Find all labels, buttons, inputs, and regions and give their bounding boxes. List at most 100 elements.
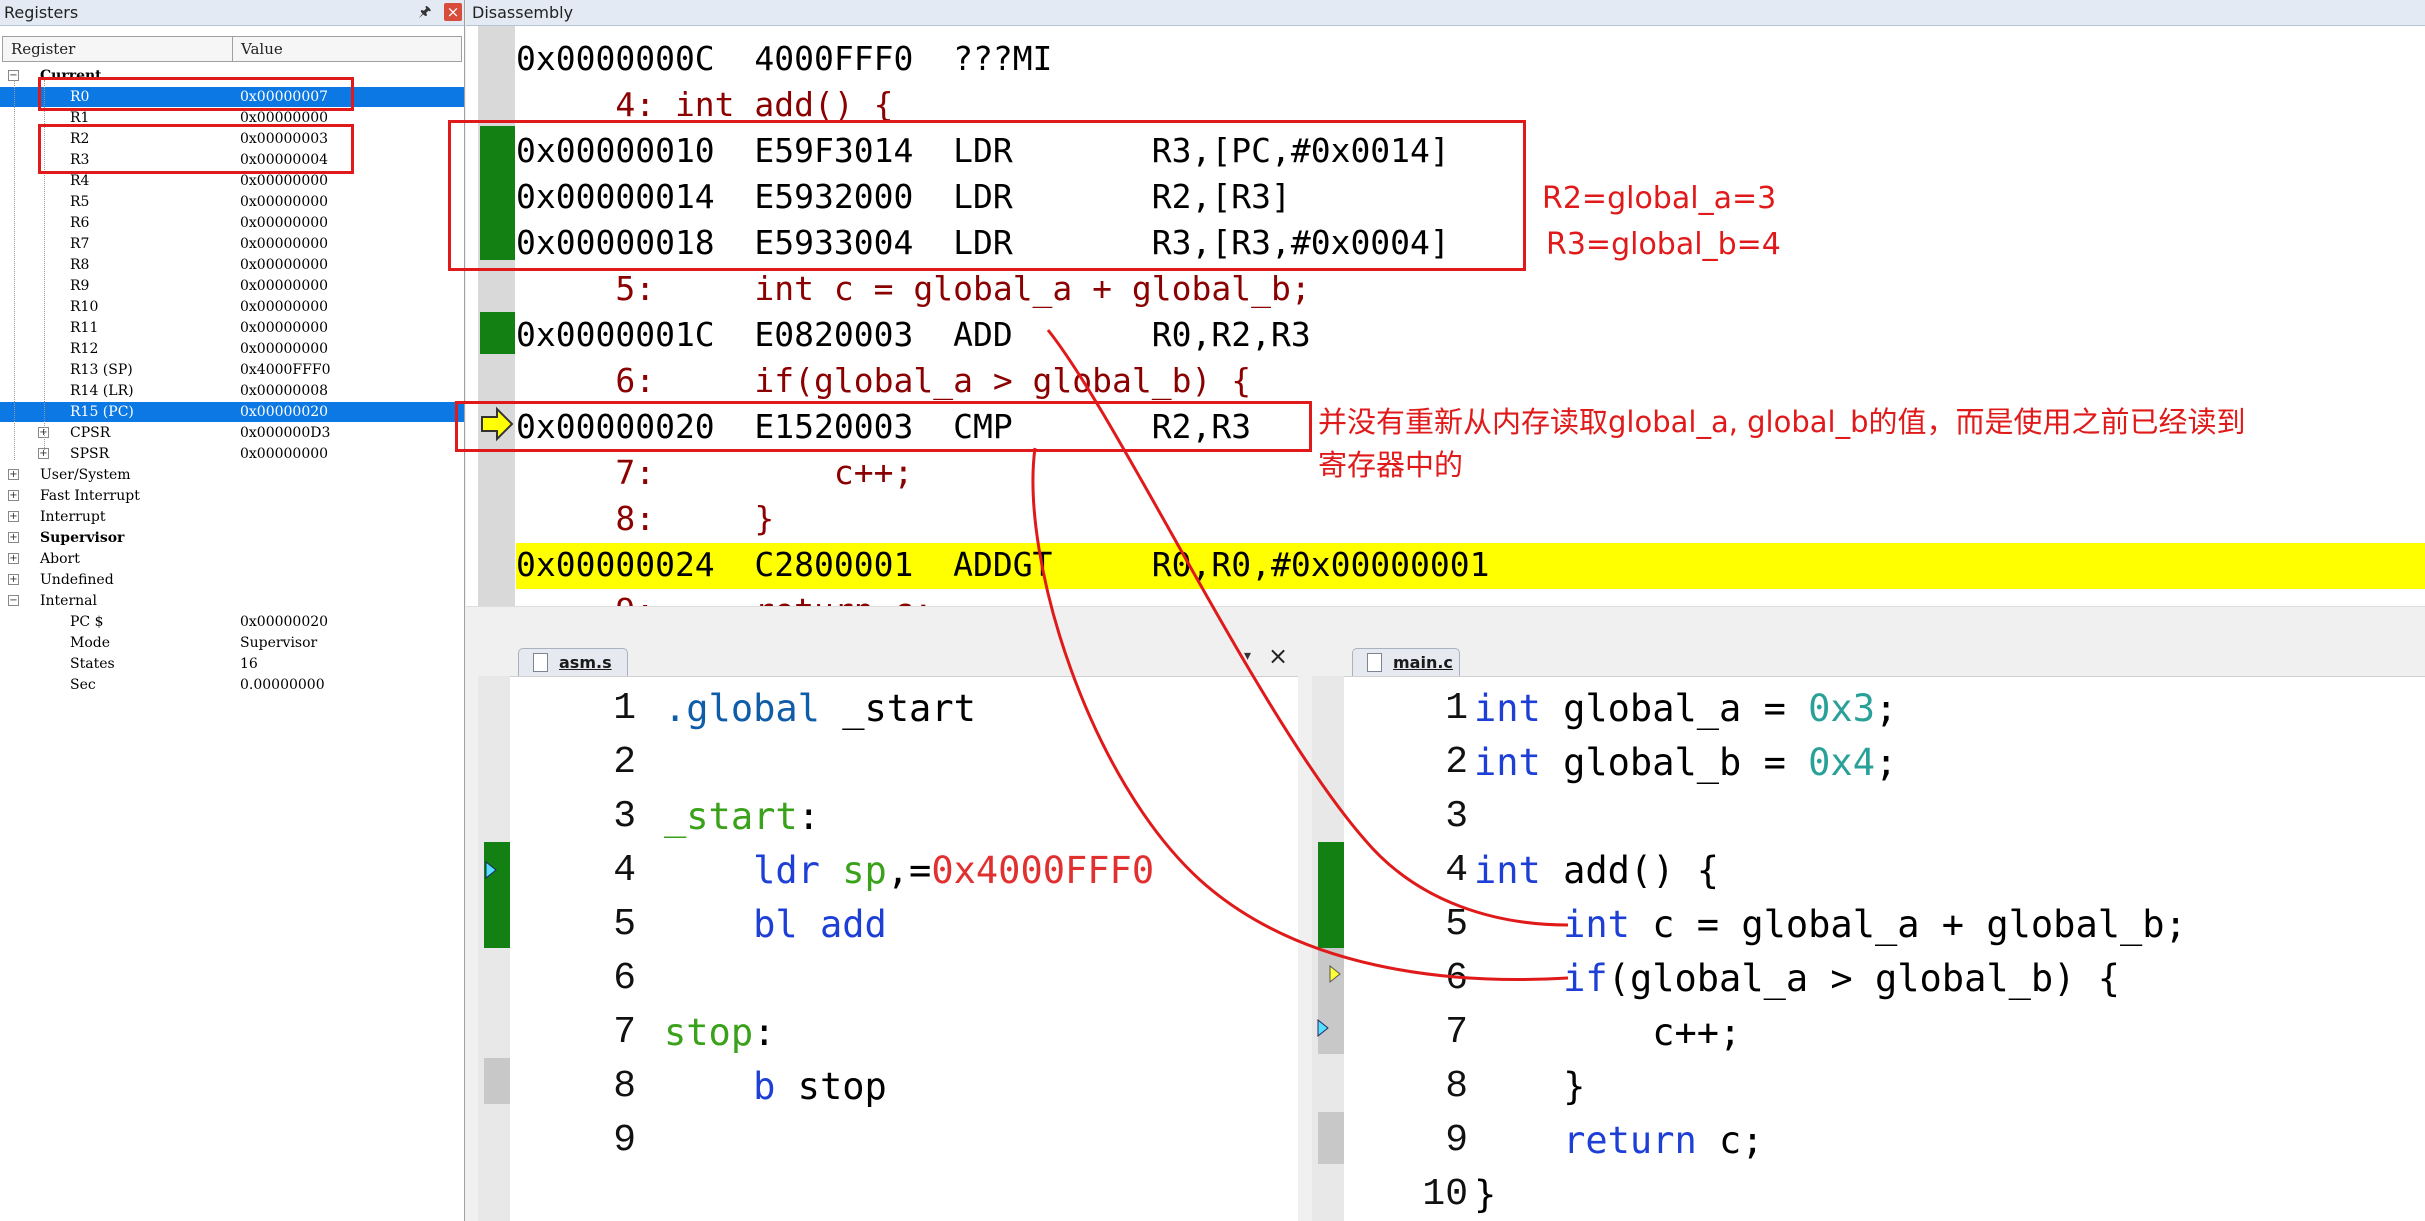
code-line[interactable]: c++; xyxy=(1474,1006,1741,1060)
register-row[interactable]: R7 0x00000000 xyxy=(0,234,464,254)
code-line[interactable]: stop: xyxy=(664,1006,775,1060)
register-name: R6 xyxy=(70,215,90,231)
code-line[interactable]: } xyxy=(1474,1168,1496,1221)
register-row[interactable]: + User/System xyxy=(0,465,464,485)
disassembly-line[interactable]: 0x0000001C E0820003 ADD R0,R2,R3 xyxy=(516,312,1311,358)
register-tree: − Current R0 0x00000007 R1 0x00000000 R2 0x0000… xyxy=(0,0,464,1221)
register-value: 0x4000FFF0 xyxy=(240,362,331,378)
code-token: add() { xyxy=(1540,849,1720,892)
asm-editor[interactable]: asm.s ▾ × 1 .global _start 2 3 _start: 4 ldr … xyxy=(478,642,1298,1221)
register-row[interactable]: R12 0x00000000 xyxy=(0,339,464,359)
register-row[interactable]: R9 0x00000000 xyxy=(0,276,464,296)
expand-icon[interactable]: + xyxy=(8,574,19,585)
disassembly-line[interactable]: 0x00000024 C2800001 ADDGT R0,R0,#0x00000… xyxy=(516,542,1490,588)
code-token: int xyxy=(1474,849,1541,892)
disassembly-line[interactable]: 0x0000000C 4000FFF0 ???MI xyxy=(516,36,1052,82)
code-line[interactable]: int global_b = 0x4; xyxy=(1474,736,1897,790)
register-row[interactable]: Mode Supervisor xyxy=(0,633,464,653)
line-number: 1 xyxy=(1445,687,1468,730)
register-name: Abort xyxy=(40,551,80,567)
code-line[interactable]: int c = global_a + global_b; xyxy=(1474,898,2187,952)
expand-icon[interactable]: + xyxy=(8,490,19,501)
code-token: (global_a > global_b) { xyxy=(1607,957,2121,1000)
register-row[interactable]: R14 (LR) 0x00000008 xyxy=(0,381,464,401)
disassembly-line[interactable]: 6: if(global_a > global_b) { xyxy=(516,358,1251,404)
register-row[interactable]: R15 (PC) 0x00000020 xyxy=(0,402,464,422)
register-name: R7 xyxy=(70,236,90,252)
register-row[interactable]: R5 0x00000000 xyxy=(0,192,464,212)
collapse-icon[interactable]: − xyxy=(8,595,19,606)
disassembly-line[interactable]: 5: int c = global_a + global_b; xyxy=(516,266,1310,312)
register-row[interactable]: R10 0x00000000 xyxy=(0,297,464,317)
code-token: add xyxy=(819,903,887,946)
c-editor[interactable]: main.c 1 int global_a = 0x3; 2 int global_b… xyxy=(1312,642,2425,1221)
annotation-note-cmp-2: 寄存器中的 xyxy=(1318,448,1464,482)
code-line[interactable]: ldr sp,=0x4000FFF0 xyxy=(664,844,1154,898)
disassembly-view[interactable]: 0x0000000C 4000FFF0 ???MI 4: int add() {… xyxy=(466,26,2425,610)
code-token: c = global_a + global_b; xyxy=(1629,903,2187,946)
register-row[interactable]: R6 0x00000000 xyxy=(0,213,464,233)
code-line[interactable]: bl add xyxy=(664,898,887,952)
register-value: 0x000000D3 xyxy=(240,425,331,441)
code-line[interactable]: } xyxy=(1474,1060,1585,1114)
expand-icon[interactable]: + xyxy=(8,553,19,564)
register-row[interactable]: + Interrupt xyxy=(0,507,464,527)
line-number: 7 xyxy=(1445,1011,1468,1054)
register-value: Supervisor xyxy=(240,635,318,651)
code-token: : xyxy=(753,1011,776,1054)
line-number: 10 xyxy=(1422,1173,1468,1216)
register-name: Interrupt xyxy=(40,509,106,525)
register-value: 16 xyxy=(240,656,258,672)
code-token: stop xyxy=(664,1011,754,1054)
register-row[interactable]: States 16 xyxy=(0,654,464,674)
register-row[interactable]: R4 0x00000000 xyxy=(0,171,464,191)
register-value: 0x00000000 xyxy=(240,341,329,357)
register-row[interactable]: + Supervisor xyxy=(0,528,464,548)
disassembly-line[interactable]: 8: } xyxy=(516,496,774,542)
register-row[interactable]: PC $ 0x00000020 xyxy=(0,612,464,632)
register-row[interactable]: + Fast Interrupt xyxy=(0,486,464,506)
register-name: SPSR xyxy=(70,446,110,462)
expand-icon[interactable]: + xyxy=(8,469,19,480)
code-line[interactable]: _start: xyxy=(664,790,820,844)
register-row[interactable]: + CPSR 0x000000D3 xyxy=(0,423,464,443)
code-token: 0x4 xyxy=(1808,741,1875,784)
code-line[interactable]: return c; xyxy=(1474,1114,1763,1168)
expand-icon[interactable]: + xyxy=(8,532,19,543)
code-line[interactable]: b stop xyxy=(664,1060,887,1114)
register-row[interactable]: + Abort xyxy=(0,549,464,569)
line-number: 6 xyxy=(613,957,636,1000)
register-value: 0x00000000 xyxy=(240,257,329,273)
line-number: 9 xyxy=(613,1119,636,1162)
register-row[interactable]: R8 0x00000000 xyxy=(0,255,464,275)
register-row[interactable]: − Internal xyxy=(0,591,464,611)
code-line[interactable]: int add() { xyxy=(1474,844,1719,898)
annotation-note-cmp-1: 并没有重新从内存读取global_a, global_b的值，而是使用之前已经读… xyxy=(1318,405,2246,439)
code-line[interactable]: .global _start xyxy=(664,682,976,736)
line-number: 9 xyxy=(1445,1119,1468,1162)
register-row[interactable]: R11 0x00000000 xyxy=(0,318,464,338)
code-token: _start xyxy=(664,795,798,838)
disassembly-scrollbar[interactable] xyxy=(466,606,2425,610)
register-row[interactable]: + Undefined xyxy=(0,570,464,590)
register-row[interactable]: Sec 0.00000000 xyxy=(0,675,464,695)
code-token: _start xyxy=(819,687,976,730)
code-token: 0x3 xyxy=(1808,687,1875,730)
register-row[interactable]: R13 (SP) 0x4000FFF0 xyxy=(0,360,464,380)
register-value: 0x00000000 xyxy=(240,299,329,315)
code-token: : xyxy=(797,795,820,838)
code-line[interactable]: if(global_a > global_b) { xyxy=(1474,952,2120,1006)
line-number: 8 xyxy=(613,1065,636,1108)
line-number: 3 xyxy=(613,795,636,838)
code-line[interactable]: int global_a = 0x3; xyxy=(1474,682,1897,736)
code-token: b xyxy=(753,1065,776,1108)
register-value: 0x00000000 xyxy=(240,320,329,336)
register-row[interactable]: + SPSR 0x00000000 xyxy=(0,444,464,464)
expand-icon[interactable]: + xyxy=(8,511,19,522)
disassembly-line[interactable]: 7: c++; xyxy=(516,450,913,496)
